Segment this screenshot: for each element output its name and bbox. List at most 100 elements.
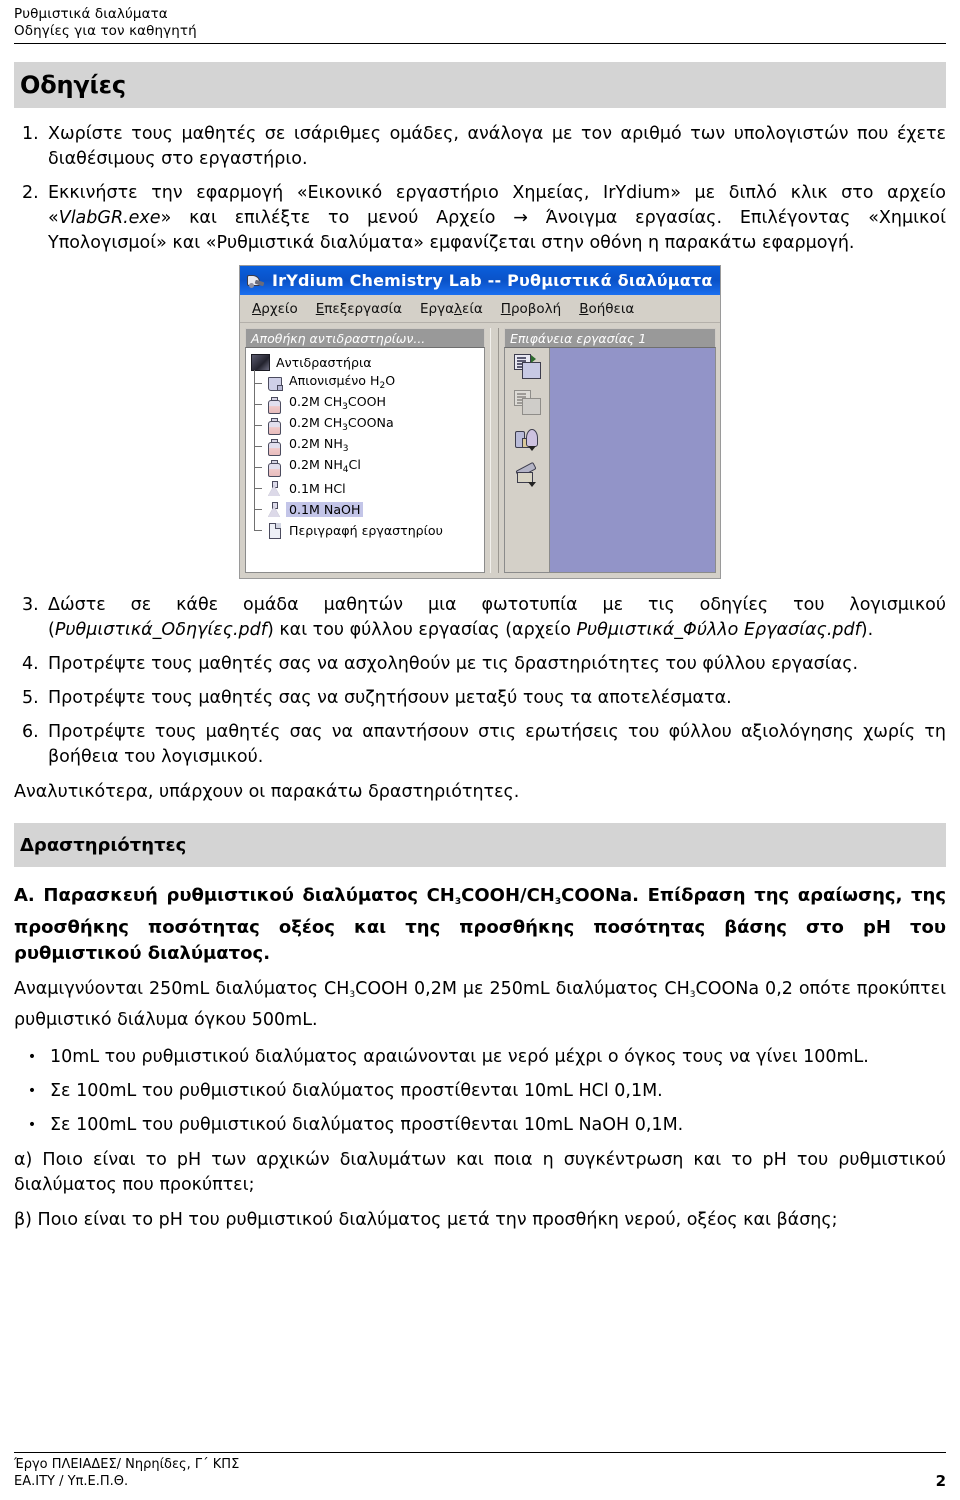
bullet-text: Σε 100mL του ρυθμιστικού διαλύματος προσ…: [50, 1081, 663, 1101]
instruction-number: 6.: [22, 722, 39, 742]
text-run: COOH 0,2M με 250mL διαλύματος CH: [355, 979, 690, 999]
analytics-note: Αναλυτικότερα, υπάρχουν οι παρακάτω δρασ…: [14, 782, 520, 802]
instruction-number: 3.: [22, 595, 39, 615]
filename-emphasis: Ρυθμιστικά_Οδηγίες.pdf: [54, 620, 267, 640]
tree-item-label: Απιονισμένο H2O: [289, 373, 396, 391]
bottle-icon: [266, 416, 283, 435]
instruction-number: 2.: [22, 183, 39, 203]
document-page: Ρυθμιστικά διαλύματα Οδηγίες για τον καθ…: [0, 0, 960, 1500]
tree-item-label: 0.2M CH3COONa: [289, 415, 394, 433]
footer-line-1: Έργο ΠΛΕΙΑΔΕΣ/ Νηρηίδες, Γ΄ ΚΠΣ: [14, 1457, 240, 1472]
tree-item-label: 0.2M CH3COOH: [289, 394, 386, 412]
filename-emphasis: VlabGR.exe: [58, 208, 161, 228]
tree-item[interactable]: 0.2M NH4Cl: [251, 454, 484, 478]
tree-item-label: 0.1M HCl: [289, 481, 346, 496]
beaker-icon: [266, 374, 283, 393]
stockroom-panel-header: Αποθήκη αντιδραστηρίων...: [245, 328, 485, 347]
tree-item[interactable]: 0.1M HCl: [251, 475, 484, 499]
document-icon: [266, 521, 283, 540]
bullet-marker: •: [27, 1083, 37, 1099]
instruction-item: 3. Δώστε σε κάθε ομάδα μαθητών μια φωτοτυ…: [14, 593, 946, 643]
menu-item-Βοήθεια[interactable]: Βοήθεια: [579, 301, 634, 317]
instruction-text: Χωρίστε τους μαθητές σε ισάριθμες ομάδες…: [48, 122, 946, 172]
bullet-marker: •: [27, 1049, 37, 1065]
workbench-toolbar[interactable]: [505, 348, 549, 572]
instruction-list-top: 1. Χωρίστε τους μαθητές σε ισάριθμες ομάδ…: [14, 122, 946, 256]
bullet-marker: •: [27, 1117, 37, 1133]
instruction-number: 1.: [22, 124, 39, 144]
bottle-icon: [266, 458, 283, 477]
instruction-text: Προτρέψτε τους μαθητές σας να συζητήσουν…: [48, 686, 946, 711]
stockroom-panel: Αποθήκη αντιδραστηρίων... Αντιδραστήρια Α…: [245, 328, 485, 573]
reagent-tree[interactable]: Αντιδραστήρια Απιονισμένο H2O 0.2M CH3COOH…: [251, 352, 484, 541]
list-item: • 10mL του ρυθμιστικού διαλύματος αραιώνο…: [14, 1045, 946, 1070]
tree-item[interactable]: 0.2M NH3: [251, 433, 484, 457]
bottle-icon: [266, 395, 283, 414]
panel-splitter[interactable]: [490, 328, 499, 573]
new-workspace-icon[interactable]: [513, 354, 541, 379]
workbench-panel: Επιφάνεια εργασίας 1: [504, 328, 716, 573]
tree-item[interactable]: Απιονισμένο H2O: [251, 370, 484, 394]
text-run: Α. Παρασκευή ρυθμιστικού διαλύματος CH: [14, 885, 455, 906]
question-b: β) Ποιο είναι το pH του ρυθμιστικού διαλ…: [14, 1210, 838, 1230]
workbench-panel-header: Επιφάνεια εργασίας 1: [504, 328, 716, 347]
tree-item[interactable]: 0.2M CH3COONa: [251, 412, 484, 436]
activity-a-description: Αναμιγνύονται 250mL διαλύματος CH3COOH 0…: [14, 977, 946, 1033]
workspace-canvas[interactable]: [549, 348, 715, 572]
text-run: Προτρέψτε τους μαθητές σας να συζητήσουν…: [48, 688, 732, 708]
header-line-1: Ρυθμιστικά διαλύματα: [14, 6, 168, 22]
copy-workspace-icon: [513, 390, 541, 415]
application-screenshot-figure: IrYdium Chemistry Lab -- Ρυθμιστικά διαλ…: [14, 265, 946, 579]
tree-item-label: 0.2M NH3: [289, 436, 349, 454]
instruction-item: 1. Χωρίστε τους μαθητές σε ισάριθμες ομάδ…: [14, 122, 946, 172]
glassware-icon[interactable]: [514, 426, 541, 451]
text-run: ).: [860, 620, 874, 640]
instruction-item: 5. Προτρέψτε τους μαθητές σας να συζητήσο…: [14, 686, 946, 711]
tree-item[interactable]: 0.2M CH3COOH: [251, 391, 484, 415]
text-run: Προτρέψτε τους μαθητές σας να ασχοληθούν…: [48, 654, 859, 674]
activity-a-bullets: • 10mL του ρυθμιστικού διαλύματος αραιώνο…: [14, 1045, 946, 1138]
menu-item-Προβολή[interactable]: Προβολή: [501, 301, 561, 317]
page-number: 2: [935, 1472, 946, 1490]
footer-line-2: ΕΑ.ΙΤΥ / Υπ.Ε.Π.Θ.: [14, 1474, 129, 1489]
tree-root-label: Αντιδραστήρια: [276, 355, 372, 370]
window-title-text: IrYdium Chemistry Lab -- Ρυθμιστικά διαλ…: [272, 271, 713, 290]
section-banner-activities: Δραστηριότητες: [14, 823, 946, 867]
flask-icon: [266, 500, 283, 519]
flask-icon: [266, 479, 283, 498]
menu-item-Αρχείο[interactable]: Αρχείο: [252, 301, 298, 317]
instruction-text: Προτρέψτε τους μαθητές σας να απαντήσουν…: [48, 720, 946, 770]
tools-icon[interactable]: [514, 461, 541, 487]
menu-item-Εργαλεία[interactable]: Εργαλεία: [420, 301, 483, 317]
tree-item-label: 0.2M NH4Cl: [289, 457, 361, 475]
activity-a-heading: Α. Παρασκευή ρυθμιστικού διαλύματος CH3C…: [14, 883, 946, 967]
text-run: Αναμιγνύονται 250mL διαλύματος CH: [14, 979, 350, 999]
stockroom-tree-container[interactable]: Αντιδραστήρια Απιονισμένο H2O 0.2M CH3COOH…: [245, 347, 485, 573]
instruction-list-bottom: 3. Δώστε σε κάθε ομάδα μαθητών μια φωτοτυ…: [14, 593, 946, 770]
bottle-icon: [266, 437, 283, 456]
text-run: Χωρίστε τους μαθητές σε ισάριθμες ομάδες…: [48, 124, 946, 169]
irydium-window: IrYdium Chemistry Lab -- Ρυθμιστικά διαλ…: [239, 265, 721, 579]
tree-connector: [251, 517, 266, 541]
tree-root[interactable]: Αντιδραστήρια: [251, 352, 484, 373]
instruction-number: 5.: [22, 688, 39, 708]
text-run: COOH/CH: [461, 885, 555, 906]
cabinet-icon: [251, 354, 270, 371]
window-title-bar: IrYdium Chemistry Lab -- Ρυθμιστικά διαλ…: [240, 266, 720, 295]
question-a: α) Ποιο είναι το pH των αρχικών διαλυμάτ…: [14, 1150, 946, 1195]
tree-item-label: Περιγραφή εργαστηρίου: [289, 523, 443, 538]
section-banner-instructions: Οδηγίες: [14, 62, 946, 108]
instruction-text: Δώστε σε κάθε ομάδα μαθητών μια φωτοτυπί…: [48, 593, 946, 643]
menu-bar[interactable]: Αρχείο Επεξεργασία Εργαλεία Προβολή Βοήθεια: [240, 295, 720, 323]
tree-item[interactable]: 0.1M NaOH: [251, 496, 484, 520]
list-item: • Σε 100mL του ρυθμιστικού διαλύματος προ…: [14, 1113, 946, 1138]
instruction-item: 6. Προτρέψτε τους μαθητές σας να απαντήσο…: [14, 720, 946, 770]
instruction-item: 2. Εκκινήστε την εφαρμογή «Εικονικό εργασ…: [14, 181, 946, 256]
running-header: Ρυθμιστικά διαλύματα Οδηγίες για τον καθ…: [14, 0, 946, 40]
bullet-text: 10mL του ρυθμιστικού διαλύματος αραιώνον…: [50, 1047, 869, 1067]
page-title: Οδηγίες: [20, 71, 126, 99]
page-footer: Έργο ΠΛΕΙΑΔΕΣ/ Νηρηίδες, Γ΄ ΚΠΣ ΕΑ.ΙΤΥ /…: [14, 1452, 946, 1490]
menu-item-Επεξεργασία[interactable]: Επεξεργασία: [316, 301, 402, 317]
tree-item[interactable]: Περιγραφή εργαστηρίου: [251, 517, 484, 541]
instruction-text: Προτρέψτε τους μαθητές σας να ασχοληθούν…: [48, 652, 946, 677]
